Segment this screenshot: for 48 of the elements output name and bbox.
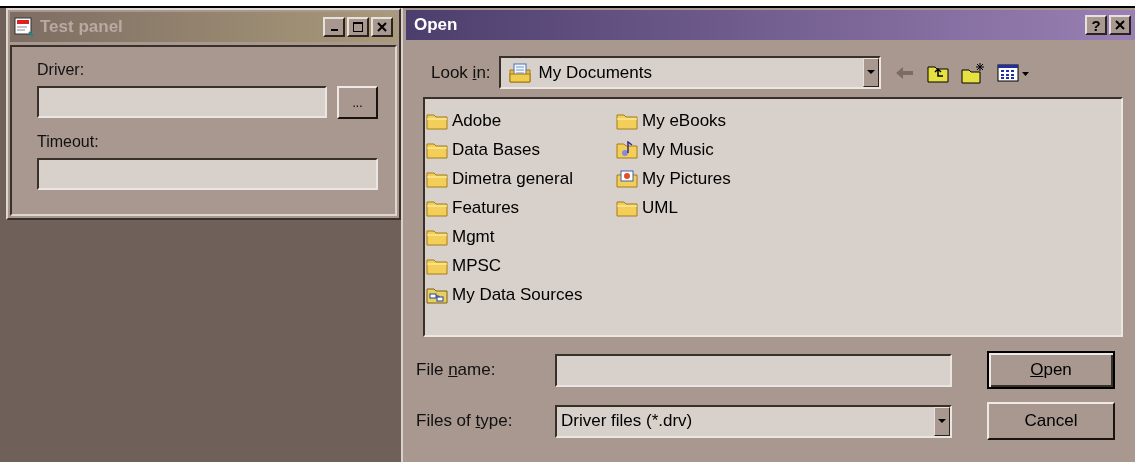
- music-folder-icon: [616, 140, 638, 159]
- file-item[interactable]: My Data Sources: [426, 280, 616, 309]
- data-source-folder-icon: [426, 285, 448, 304]
- new-folder-icon[interactable]: [960, 61, 985, 84]
- window-title: Test panel: [40, 17, 124, 37]
- folder-icon: [426, 111, 448, 130]
- close-button[interactable]: [1109, 15, 1131, 35]
- folder-icon: [426, 140, 448, 159]
- file-name-field[interactable]: [555, 353, 952, 387]
- minimize-icon: [330, 29, 338, 31]
- browse-button[interactable]: ...: [337, 86, 378, 119]
- folder-icon: [426, 256, 448, 275]
- file-item[interactable]: My eBooks: [616, 106, 816, 135]
- file-type-label: Files of type:: [416, 411, 514, 431]
- cancel-button[interactable]: Cancel: [987, 402, 1115, 440]
- open-button[interactable]: Open: [987, 351, 1115, 389]
- folder-icon: [616, 198, 638, 217]
- file-name-label: File name:: [416, 360, 497, 380]
- file-item[interactable]: Dimetra general: [426, 164, 616, 193]
- folder-icon: [616, 111, 638, 130]
- file-item[interactable]: Data Bases: [426, 135, 616, 164]
- file-type-dropdown[interactable]: Driver files (*.drv): [555, 404, 952, 438]
- file-item[interactable]: MPSC: [426, 251, 616, 280]
- file-item[interactable]: UML: [616, 193, 816, 222]
- look-in-label: Look in:: [431, 62, 491, 83]
- field-label: Driver:: [37, 61, 86, 79]
- file-item[interactable]: My Pictures: [616, 164, 816, 193]
- dialog-title: Open: [414, 15, 459, 35]
- field-label: Timeout:: [37, 133, 100, 151]
- folder-icon: [426, 169, 448, 188]
- folder-icon: [426, 227, 448, 246]
- close-icon: [1114, 19, 1126, 31]
- look-in-dropdown[interactable]: My Documents: [498, 56, 881, 89]
- document-icon: [14, 17, 34, 37]
- look-in-value: My Documents: [538, 62, 653, 83]
- file-item[interactable]: Mgmt: [426, 222, 616, 251]
- view-menu-icon[interactable]: [996, 62, 1031, 83]
- close-icon: [376, 21, 388, 33]
- maximize-icon: [352, 21, 364, 33]
- file-item[interactable]: Features: [426, 193, 616, 222]
- documents-icon: [508, 61, 531, 84]
- file-item[interactable]: Adobe: [426, 106, 616, 135]
- input-field[interactable]: [37, 86, 327, 118]
- file-item[interactable]: My Music: [616, 135, 816, 164]
- pictures-folder-icon: [616, 169, 638, 188]
- help-button[interactable]: ?: [1085, 15, 1107, 35]
- folder-icon: [426, 198, 448, 217]
- input-field[interactable]: [37, 158, 378, 190]
